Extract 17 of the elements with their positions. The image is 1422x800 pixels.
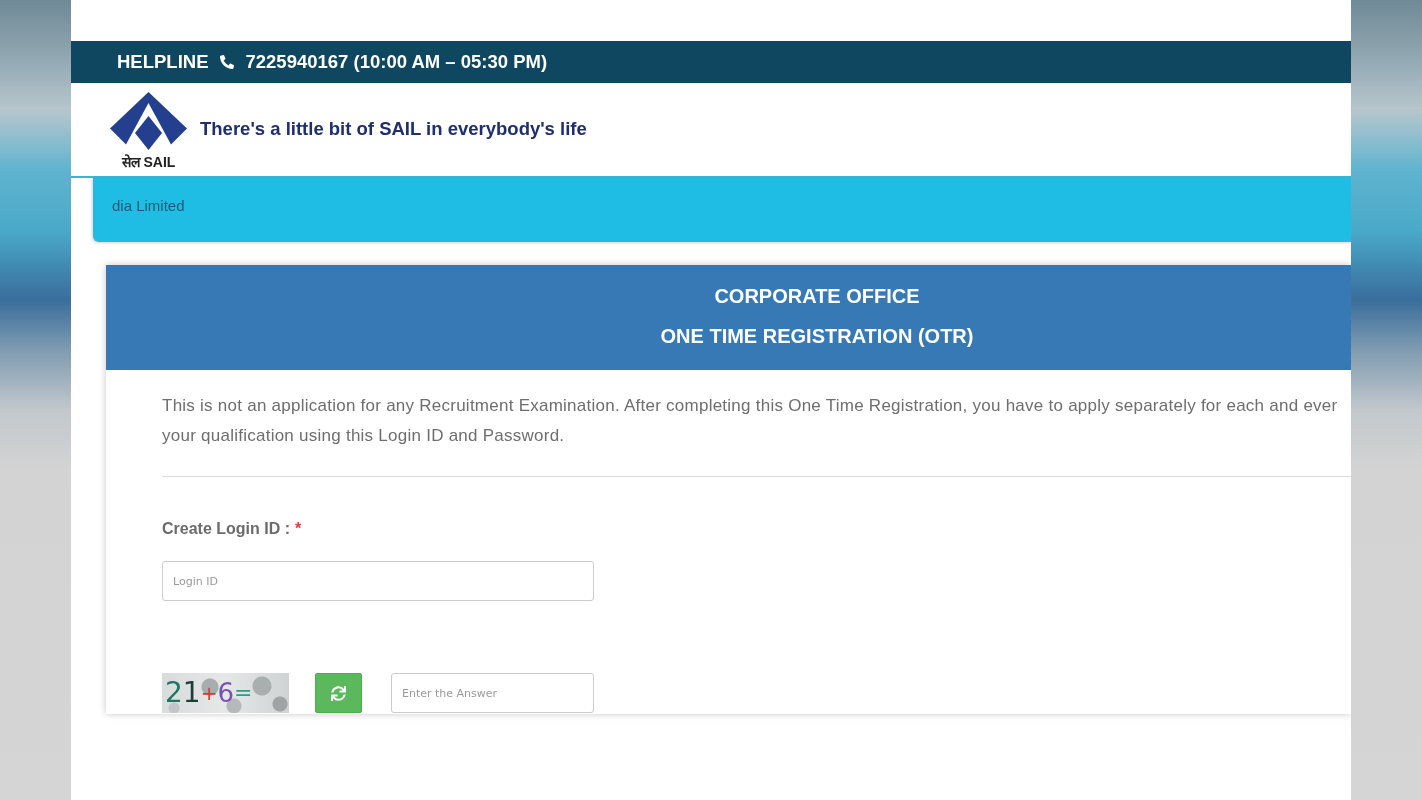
helpline-label: HELPLINE — [117, 51, 209, 73]
diamond-logo-icon — [110, 92, 187, 150]
refresh-captcha-button[interactable] — [315, 673, 362, 713]
intro-paragraph: This is not an application for any Recruitment Examination. After completing this One Time Registration, you have to apply separately for each and ever your qualification using this Login ID and Password. — [162, 395, 1338, 447]
captcha-image: 21+6= — [162, 673, 289, 713]
refresh-icon — [331, 685, 346, 701]
captcha-answer-field[interactable]: Enter the Answer — [391, 673, 594, 713]
field-label: Create Login ID : — [162, 519, 290, 539]
marquee-text: dia Limited — [112, 197, 185, 215]
tagline: There's a little bit of SAIL in everybody's life — [200, 117, 587, 140]
helpline-number: 7225940167 (10:00 AM – 05:30 PM) — [245, 51, 548, 73]
login-id-field[interactable]: Login ID — [162, 561, 594, 601]
card-title: CORPORATE OFFICE — [714, 284, 920, 308]
logo-wordmark: सेल SAIL — [121, 153, 176, 171]
card-title: ONE TIME REGISTRATION (OTR) — [660, 324, 974, 348]
phone-icon — [220, 55, 235, 69]
required-mark: * — [295, 519, 302, 539]
